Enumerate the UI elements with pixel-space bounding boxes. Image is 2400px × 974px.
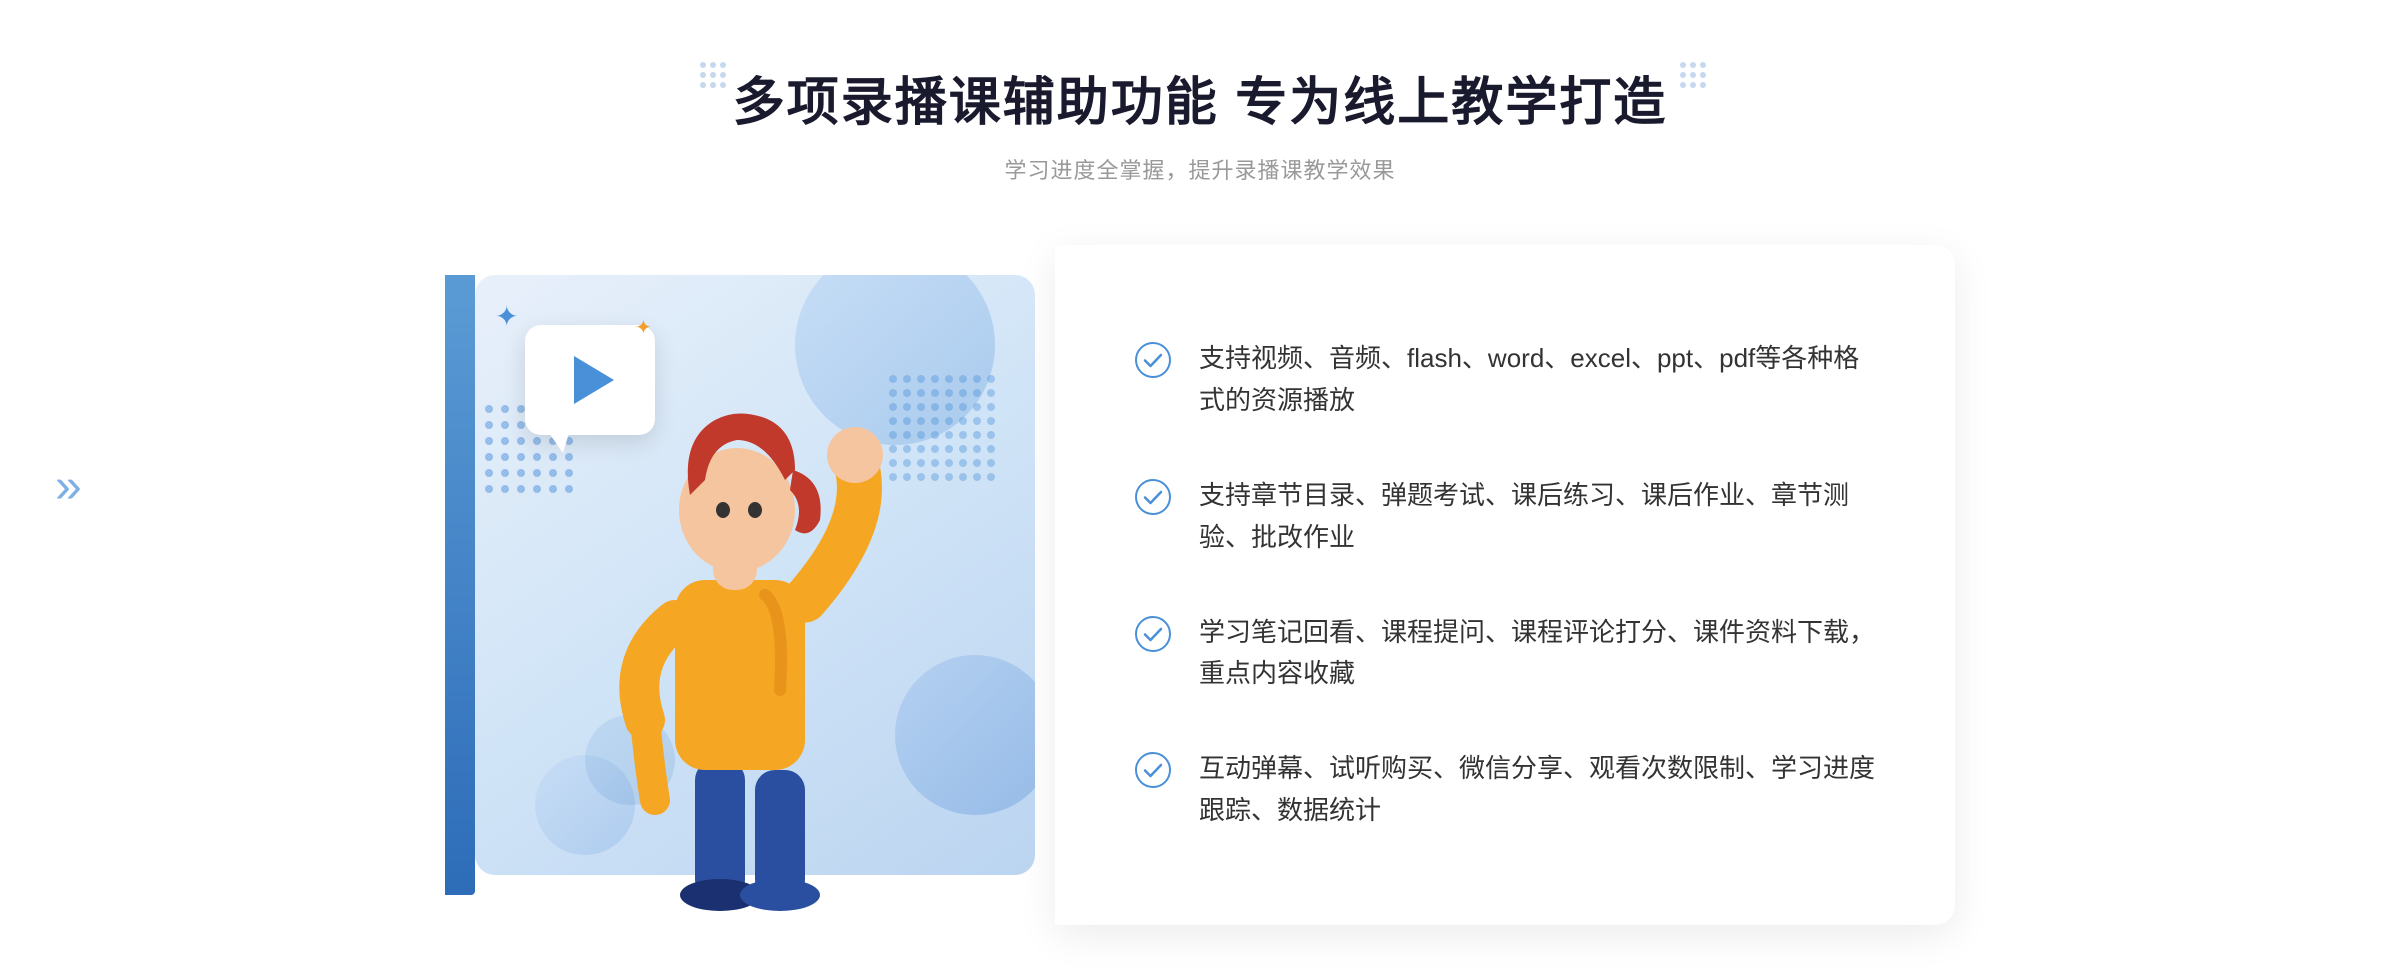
check-icon-4 xyxy=(1135,752,1171,788)
content-area: ✦ ✦ xyxy=(400,245,2000,925)
title-deco-left xyxy=(700,62,726,88)
check-icon-2 xyxy=(1135,479,1171,515)
check-icon-3 xyxy=(1135,616,1171,652)
feature-text-3: 学习笔记回看、课程提问、课程评论打分、课件资料下载，重点内容收藏 xyxy=(1199,612,1875,695)
feature-text-1: 支持视频、音频、flash、word、excel、ppt、pdf等各种格式的资源… xyxy=(1199,338,1875,421)
check-icon-1 xyxy=(1135,342,1171,378)
feature-item-2: 支持章节目录、弹题考试、课后练习、课后作业、章节测验、批改作业 xyxy=(1135,475,1875,558)
header-section: 多项录播课辅助功能 专为线上教学打造 学习进度全掌握，提升录播课教学效果 xyxy=(733,60,1667,185)
main-title: 多项录播课辅助功能 专为线上教学打造 xyxy=(733,60,1667,135)
title-deco-right xyxy=(1680,62,1706,88)
illustration-panel: ✦ ✦ xyxy=(445,245,1065,925)
star-decoration-1: ✦ xyxy=(495,300,518,333)
feature-text-2: 支持章节目录、弹题考试、课后练习、课后作业、章节测验、批改作业 xyxy=(1199,475,1875,558)
page-wrapper: 多项录播课辅助功能 专为线上教学打造 学习进度全掌握，提升录播课教学效果 » xyxy=(0,0,2400,974)
feature-item-1: 支持视频、音频、flash、word、excel、ppt、pdf等各种格式的资源… xyxy=(1135,338,1875,421)
features-panel: 支持视频、音频、flash、word、excel、ppt、pdf等各种格式的资源… xyxy=(1055,245,1955,925)
star-decoration-2: ✦ xyxy=(635,315,652,340)
sub-title: 学习进度全掌握，提升录播课教学效果 xyxy=(733,153,1667,185)
play-bubble xyxy=(525,325,655,435)
play-triangle-icon xyxy=(574,356,614,404)
blue-accent-bar xyxy=(445,275,475,895)
chevron-symbol: » xyxy=(55,463,82,511)
feature-item-3: 学习笔记回看、课程提问、课程评论打分、课件资料下载，重点内容收藏 xyxy=(1135,612,1875,695)
illus-circle-1 xyxy=(895,655,1035,815)
feature-text-4: 互动弹幕、试听购买、微信分享、观看次数限制、学习进度跟踪、数据统计 xyxy=(1199,748,1875,831)
feature-item-4: 互动弹幕、试听购买、微信分享、观看次数限制、学习进度跟踪、数据统计 xyxy=(1135,748,1875,831)
double-chevron-deco: » xyxy=(55,463,82,511)
